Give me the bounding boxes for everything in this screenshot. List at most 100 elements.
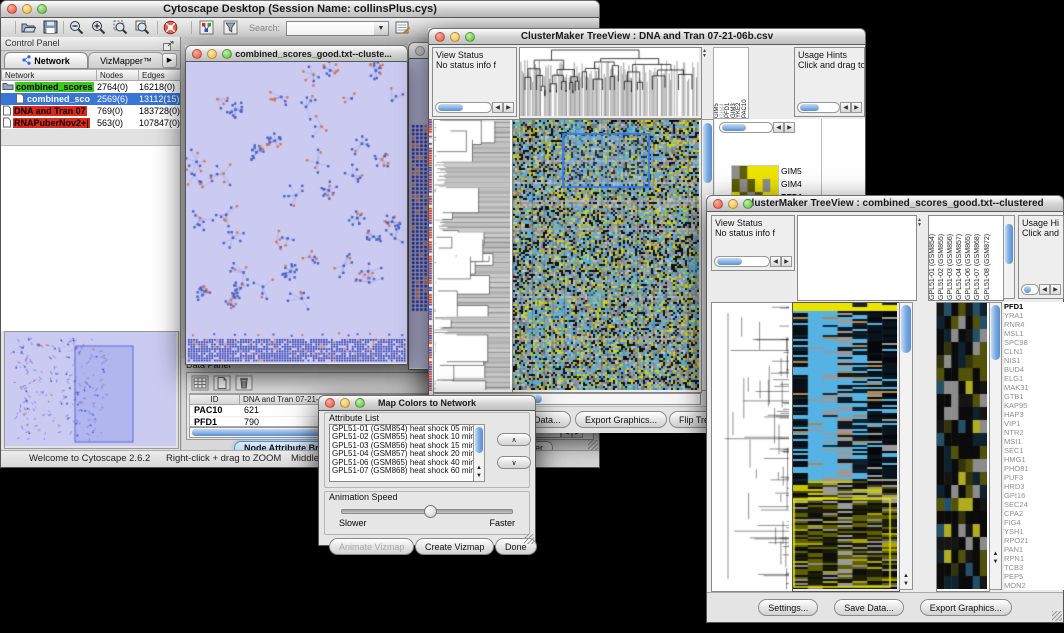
tv2-gene-label[interactable]: VIP1 xyxy=(1004,419,1064,428)
tab-network[interactable]: Network xyxy=(4,52,88,69)
tv2-gene-label[interactable]: NTR2 xyxy=(1004,428,1064,437)
network-tree-empty-area[interactable] xyxy=(1,145,180,331)
close-button[interactable] xyxy=(7,4,17,14)
network-overview-panel[interactable] xyxy=(4,331,179,449)
minimize-button[interactable] xyxy=(728,199,738,209)
tv2-gene-label[interactable]: GPI16 xyxy=(1004,491,1064,500)
treeview1-titlebar[interactable]: ClusterMaker TreeView : DNA and Tran 07-… xyxy=(428,28,866,45)
tv1-gene-label[interactable]: GIM4 xyxy=(781,178,821,191)
tv2-gene-label[interactable]: PUF3 xyxy=(1004,473,1064,482)
tv2-gene-label[interactable]: HMG1 xyxy=(1004,455,1064,464)
tv2-gene-label[interactable]: NIS1 xyxy=(1004,356,1064,365)
tv1-row-dendrogram[interactable] xyxy=(434,120,510,390)
attribute-list-scroll[interactable]: ▲▼ xyxy=(473,424,485,482)
tv2-gene-label[interactable]: YRA1 xyxy=(1004,311,1064,320)
tv2-heatmap[interactable] xyxy=(793,303,897,589)
tv2-gene-label[interactable]: FIG4 xyxy=(1004,518,1064,527)
close-button[interactable] xyxy=(192,49,202,59)
column-header-nodes[interactable]: Nodes xyxy=(97,69,139,81)
move-down-button[interactable]: ∨ xyxy=(497,456,531,469)
tv2-gene-label[interactable]: ELG1 xyxy=(1004,374,1064,383)
attribute-list-item[interactable]: GPL51-01 (GSM854) heat shock 05 min xyxy=(330,425,474,433)
tv2-gene-label[interactable]: TCB3 xyxy=(1004,563,1064,572)
tv2-gene-label[interactable]: CLN1 xyxy=(1004,347,1064,356)
tv2-vscroll[interactable]: ▲▼ xyxy=(899,302,913,590)
tv2-gene-label[interactable]: PFD1 xyxy=(1004,302,1064,311)
animate-vizmap-button[interactable]: Animate Vizmap xyxy=(329,538,414,555)
zoom-button[interactable] xyxy=(743,199,753,209)
network-view-canvas[interactable] xyxy=(186,62,407,363)
tv1-button[interactable]: Export Graphics... xyxy=(575,411,667,428)
tv1-heatmap[interactable] xyxy=(513,120,699,390)
treeview2-titlebar[interactable]: ClusterMaker TreeView : combined_scores_… xyxy=(706,195,1064,212)
close-button[interactable] xyxy=(435,32,445,42)
tv2-row-dendrogram[interactable] xyxy=(712,303,790,589)
dialog-resize-grip[interactable] xyxy=(524,534,534,544)
attribute-list-item[interactable]: GPL51-03 (GSM856) heat shock 15 min xyxy=(330,442,474,450)
close-button[interactable] xyxy=(415,46,425,56)
minimize-button[interactable] xyxy=(340,398,350,408)
tv2-gene-label[interactable]: HAP3 xyxy=(1004,410,1064,419)
tv1-hints-scrollwidget[interactable]: ◀▶ xyxy=(797,101,862,114)
network-row[interactable]: DNA and Tran 07769(0)183728(0) xyxy=(1,105,180,117)
network-row[interactable]: combined_sco2569(6)13112(15) xyxy=(1,93,180,105)
tv2-gene-label[interactable]: KAP95 xyxy=(1004,401,1064,410)
search-input[interactable] xyxy=(286,21,376,36)
main-resize-grip[interactable] xyxy=(588,440,598,450)
minimize-button[interactable] xyxy=(207,49,217,59)
tv2-gene-label[interactable]: PEP5 xyxy=(1004,572,1064,581)
tv1-mini-arrows[interactable]: ▲▼ xyxy=(702,49,707,59)
tv2-gene-label[interactable]: HRD3 xyxy=(1004,482,1064,491)
column-header-edges[interactable]: Edges xyxy=(139,69,181,81)
network-row[interactable]: combined_scores2764(0)16218(0) xyxy=(1,81,180,93)
move-up-button[interactable]: ∧ xyxy=(497,433,531,446)
attribute-list-item[interactable]: GPL51-02 (GSM855) heat shock 10 min xyxy=(330,433,474,441)
tv2-button[interactable]: Save Data... xyxy=(834,599,904,616)
zoom-button[interactable] xyxy=(465,32,475,42)
tv2-gene-label[interactable]: RPN1 xyxy=(1004,554,1064,563)
tab-overflow-button[interactable]: ▶ xyxy=(162,53,177,68)
close-button[interactable] xyxy=(325,398,335,408)
tv2-button[interactable]: Export Graphics... xyxy=(920,599,1012,616)
tv2-resize-grip[interactable] xyxy=(1052,611,1062,621)
network-window-titlebar[interactable]: combined_scores_good.txt--cluste... xyxy=(185,45,408,62)
tv2-collabel-scroll[interactable] xyxy=(1003,215,1015,299)
tv2-gene-label[interactable]: YSH1 xyxy=(1004,527,1064,536)
close-button[interactable] xyxy=(713,199,723,209)
tv2-gene-label[interactable]: CPA2 xyxy=(1004,509,1064,518)
zoom-button[interactable] xyxy=(355,398,365,408)
animation-speed-slider[interactable] xyxy=(341,509,513,514)
zoom-button[interactable] xyxy=(222,49,232,59)
search-dropdown-button[interactable]: ▼ xyxy=(374,21,389,36)
network-row[interactable]: RNAPuberNov2+|563(0)107847(0) xyxy=(1,117,180,129)
tv1-gene-label[interactable]: GIM5 xyxy=(781,165,821,178)
attribute-list-item[interactable]: GPL51-04 (GSM857) heat shock 20 min xyxy=(330,450,474,458)
attribute-list-item[interactable]: GPL51-06 (GSM865) heat shock 40 min xyxy=(330,459,474,467)
tv1-zoom-scrollwidget[interactable]: ◀▶ xyxy=(719,121,795,134)
id-column-header[interactable]: ID xyxy=(190,394,240,405)
tv2-button[interactable]: Settings... xyxy=(758,599,818,616)
tv2-gene-label[interactable]: RPO21 xyxy=(1004,536,1064,545)
create-vizmap-button[interactable]: Create Vizmap xyxy=(415,538,494,555)
tv1-status-scrollwidget[interactable]: ◀▶ xyxy=(435,101,514,114)
attribute-list-item[interactable]: GPL51-07 (GSM868) heat shock 60 min xyxy=(330,467,474,475)
tv2-gene-label[interactable]: RNR4 xyxy=(1004,320,1064,329)
overview-canvas[interactable] xyxy=(5,332,176,446)
attribute-list[interactable]: GPL51-01 (GSM854) heat shock 05 minGPL51… xyxy=(329,424,475,482)
tv2-gene-label[interactable]: MON2 xyxy=(1004,581,1064,590)
slider-thumb[interactable] xyxy=(424,505,437,518)
tv2-status-scrollwidget[interactable]: ◀▶ xyxy=(714,255,792,268)
tv2-gene-label[interactable]: MAK31 xyxy=(1004,383,1064,392)
tv2-zoom-vscroll[interactable]: ▲▼ xyxy=(989,302,1002,590)
tv2-hints-scrollwidget[interactable]: ◀▶ xyxy=(1021,283,1061,296)
tv2-gene-label[interactable]: BUD4 xyxy=(1004,365,1064,374)
tv2-gene-label[interactable]: GTB1 xyxy=(1004,392,1064,401)
tab-vizmapper[interactable]: VizMapper™ xyxy=(88,52,164,69)
tv2-gene-label[interactable]: MSL1 xyxy=(1004,329,1064,338)
tv2-column-dendrogram-area[interactable] xyxy=(797,215,917,301)
tv2-gene-label[interactable]: PAN1 xyxy=(1004,545,1064,554)
tv2-mini-arrows[interactable]: ▲▼ xyxy=(917,218,922,228)
main-titlebar[interactable]: Cytoscape Desktop (Session Name: collins… xyxy=(0,0,600,18)
dialog-titlebar[interactable]: Map Colors to Network xyxy=(318,395,536,411)
tv2-gene-label[interactable]: SEC1 xyxy=(1004,446,1064,455)
